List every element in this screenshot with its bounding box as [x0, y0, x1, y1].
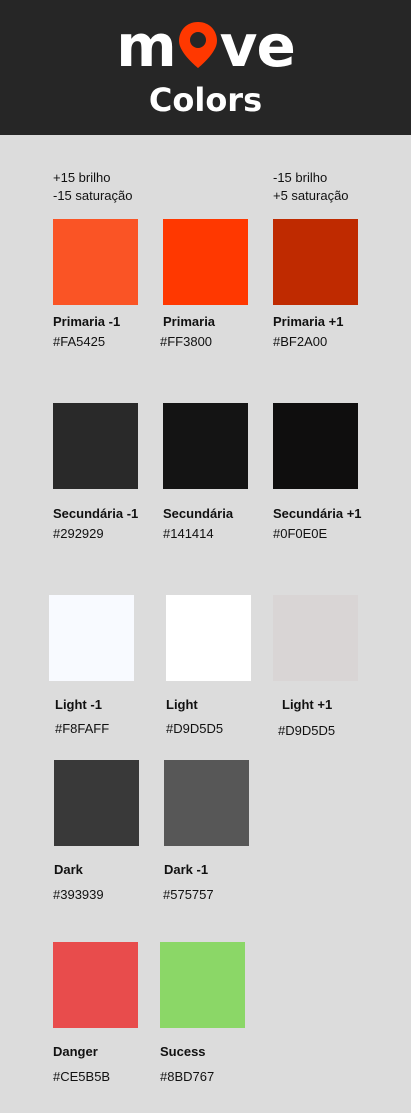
- swatch-label: Light +1: [282, 697, 333, 712]
- swatch-label: Primaria +1: [273, 314, 344, 329]
- swatch-light: [166, 595, 251, 681]
- right-note-line-2: +5 saturação: [273, 188, 349, 203]
- swatch-danger: [53, 942, 138, 1028]
- swatch-sucess: [160, 942, 245, 1028]
- swatch-label: Primaria: [163, 314, 216, 329]
- location-pin-icon: [176, 20, 220, 70]
- swatch-primaria-minus-1: [53, 219, 138, 305]
- swatch-hex: #141414: [163, 526, 214, 541]
- swatch-label: Secundária +1: [273, 506, 362, 521]
- swatch-hex: #8BD767: [160, 1069, 215, 1084]
- left-note-line-2: -15 saturação: [53, 188, 133, 203]
- right-note-line-1: -15 brilho: [273, 170, 328, 185]
- swatch-primaria: [163, 219, 248, 305]
- swatch-label: Primaria -1: [53, 314, 121, 329]
- swatch-hex: #D9D5D5: [278, 723, 336, 738]
- right-adjustment-note: -15 brilho +5 saturação: [273, 169, 349, 205]
- swatch-label: Sucess: [160, 1044, 206, 1059]
- move-logo: m ve: [0, 14, 411, 78]
- swatch-hex: #0F0E0E: [273, 526, 328, 541]
- swatch-light-plus-1: [273, 595, 358, 681]
- swatch-hex: #F8FAFF: [55, 721, 110, 736]
- swatch-dark-minus-1: [164, 760, 249, 846]
- swatch-secundaria-plus-1: [273, 403, 358, 489]
- left-note-line-1: +15 brilho: [53, 170, 111, 185]
- swatch-hex: #393939: [53, 887, 104, 902]
- logo-text-right: ve: [219, 12, 296, 80]
- swatch-label: Dark: [54, 862, 83, 877]
- swatch-hex: #D9D5D5: [166, 721, 224, 736]
- swatch-label: Danger: [53, 1044, 98, 1059]
- logo-text-left: m: [116, 12, 176, 80]
- swatch-primaria-plus-1: [273, 219, 358, 305]
- swatch-hex: #BF2A00: [273, 334, 328, 349]
- swatch-secundaria-minus-1: [53, 403, 138, 489]
- swatch-label: Light: [166, 697, 198, 712]
- swatch-hex: #292929: [53, 526, 104, 541]
- swatch-dark: [54, 760, 139, 846]
- swatch-label: Secundária -1: [53, 506, 139, 521]
- swatch-label: Dark -1: [164, 862, 209, 877]
- left-adjustment-note: +15 brilho -15 saturação: [53, 169, 133, 205]
- swatch-hex: #CE5B5B: [53, 1069, 111, 1084]
- swatch-label: Light -1: [55, 697, 102, 712]
- page-title: Colors: [148, 81, 263, 119]
- swatch-hex: #FA5425: [53, 334, 106, 349]
- swatch-hex: #575757: [163, 887, 214, 902]
- header-bar: m ve Colors: [0, 0, 411, 135]
- swatch-label: Secundária: [163, 506, 234, 521]
- swatch-secundaria: [163, 403, 248, 489]
- swatch-light-minus-1: [49, 595, 134, 681]
- swatch-hex: #FF3800: [160, 334, 213, 349]
